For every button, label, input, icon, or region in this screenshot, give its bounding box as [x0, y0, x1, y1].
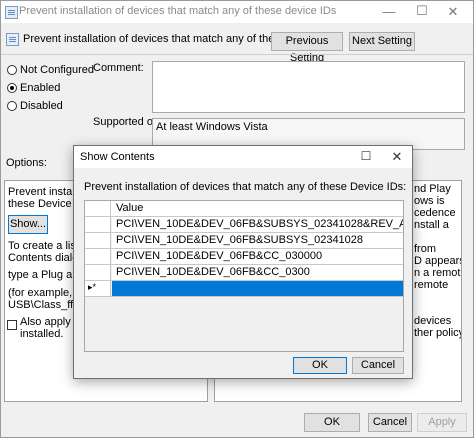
grid-cell-value[interactable]: PCI\VEN_10DE&DEV_06FB&SUBSYS_02341028 [112, 233, 403, 248]
grid-row[interactable]: PCI\VEN_10DE&DEV_06FB&SUBSYS_02341028 [85, 233, 403, 249]
dialog-titlebar[interactable]: Show Contents ☐ ✕ [74, 146, 412, 168]
dialog-ok-button[interactable]: OK [293, 357, 347, 374]
grid-cell-value[interactable]: PCI\VEN_10DE&DEV_06FB&CC_0300 [112, 265, 403, 280]
help-fragment: devices [414, 315, 452, 327]
cancel-button[interactable]: Cancel [368, 413, 412, 432]
dialog-title: Show Contents [80, 151, 155, 163]
options-label: Options: [6, 157, 47, 169]
comment-label: Comment: [93, 62, 144, 74]
supported-on-value: At least Windows Vista [156, 121, 268, 133]
help-fragment: n a remote [414, 267, 462, 279]
dialog-description: Prevent installation of devices that mat… [84, 181, 407, 193]
grid-row-header[interactable] [85, 217, 111, 232]
grid-header-row: Value [85, 201, 403, 217]
also-apply-checkbox[interactable] [7, 320, 17, 330]
grid-column-header[interactable]: Value [112, 201, 403, 216]
grid-cell-value[interactable]: PCI\VEN_10DE&DEV_06FB&SUBSYS_02341028&RE… [112, 217, 403, 232]
maximize-icon[interactable]: ☐ [411, 3, 433, 19]
window-titlebar[interactable]: Prevent installation of devices that mat… [1, 1, 473, 23]
values-grid[interactable]: Value PCI\VEN_10DE&DEV_06FB&SUBSYS_02341… [84, 200, 404, 352]
dialog-cancel-button[interactable]: Cancel [352, 357, 404, 374]
help-fragment: ther policy [414, 327, 462, 339]
grid-row-header[interactable] [85, 265, 111, 280]
radio-enabled-label[interactable]: Enabled [20, 82, 60, 94]
radio-not-configured[interactable] [7, 65, 17, 75]
policy-app-icon [5, 6, 18, 19]
setting-icon [6, 33, 19, 46]
dialog-close-icon[interactable]: ✕ [386, 149, 408, 165]
show-contents-dialog: Show Contents ☐ ✕ Prevent installation o… [73, 145, 413, 379]
help-fragment: ows is [414, 195, 445, 207]
grid-row[interactable]: PCI\VEN_10DE&DEV_06FB&CC_0300 [85, 265, 403, 281]
grid-cell-value[interactable]: PCI\VEN_10DE&DEV_06FB&CC_030000 [112, 249, 403, 264]
radio-not-configured-label[interactable]: Not Configured [20, 64, 94, 76]
minimize-icon[interactable]: — [377, 4, 401, 19]
header-divider [1, 54, 473, 55]
help-fragment: nd Play [414, 183, 451, 195]
apply-button[interactable]: Apply [417, 413, 467, 432]
help-fragment: from [414, 243, 436, 255]
next-setting-button[interactable]: Next Setting [349, 32, 415, 51]
radio-disabled-label[interactable]: Disabled [20, 100, 63, 112]
help-fragment: nstall a [414, 219, 449, 231]
previous-setting-button[interactable]: Previous Setting [271, 32, 343, 64]
radio-enabled[interactable] [7, 83, 17, 93]
close-icon[interactable]: ✕ [441, 4, 465, 20]
help-fragment: cedence [414, 207, 456, 219]
grid-row-header[interactable] [85, 249, 111, 264]
radio-disabled[interactable] [7, 101, 17, 111]
dialog-maximize-icon[interactable]: ☐ [356, 149, 376, 163]
grid-new-cell[interactable] [112, 281, 403, 296]
example-text-line2: USB\Class_ff). [8, 299, 80, 311]
grid-new-row[interactable]: ▸* [85, 281, 403, 297]
comment-textbox[interactable] [152, 61, 465, 113]
grid-corner [85, 201, 111, 216]
also-apply-label-line2: installed. [20, 328, 64, 340]
help-fragment: remote [414, 279, 449, 291]
grid-row[interactable]: PCI\VEN_10DE&DEV_06FB&CC_030000 [85, 249, 403, 265]
new-row-marker-header[interactable]: ▸* [85, 281, 111, 296]
grid-row[interactable]: PCI\VEN_10DE&DEV_06FB&SUBSYS_02341028&RE… [85, 217, 403, 233]
show-button[interactable]: Show... [8, 215, 48, 234]
new-row-marker-icon: ▸* [88, 282, 97, 292]
ok-button[interactable]: OK [304, 413, 360, 432]
window-title: Prevent installation of devices that mat… [19, 5, 337, 17]
grid-row-header[interactable] [85, 233, 111, 248]
help-fragment: D appears [414, 255, 462, 267]
